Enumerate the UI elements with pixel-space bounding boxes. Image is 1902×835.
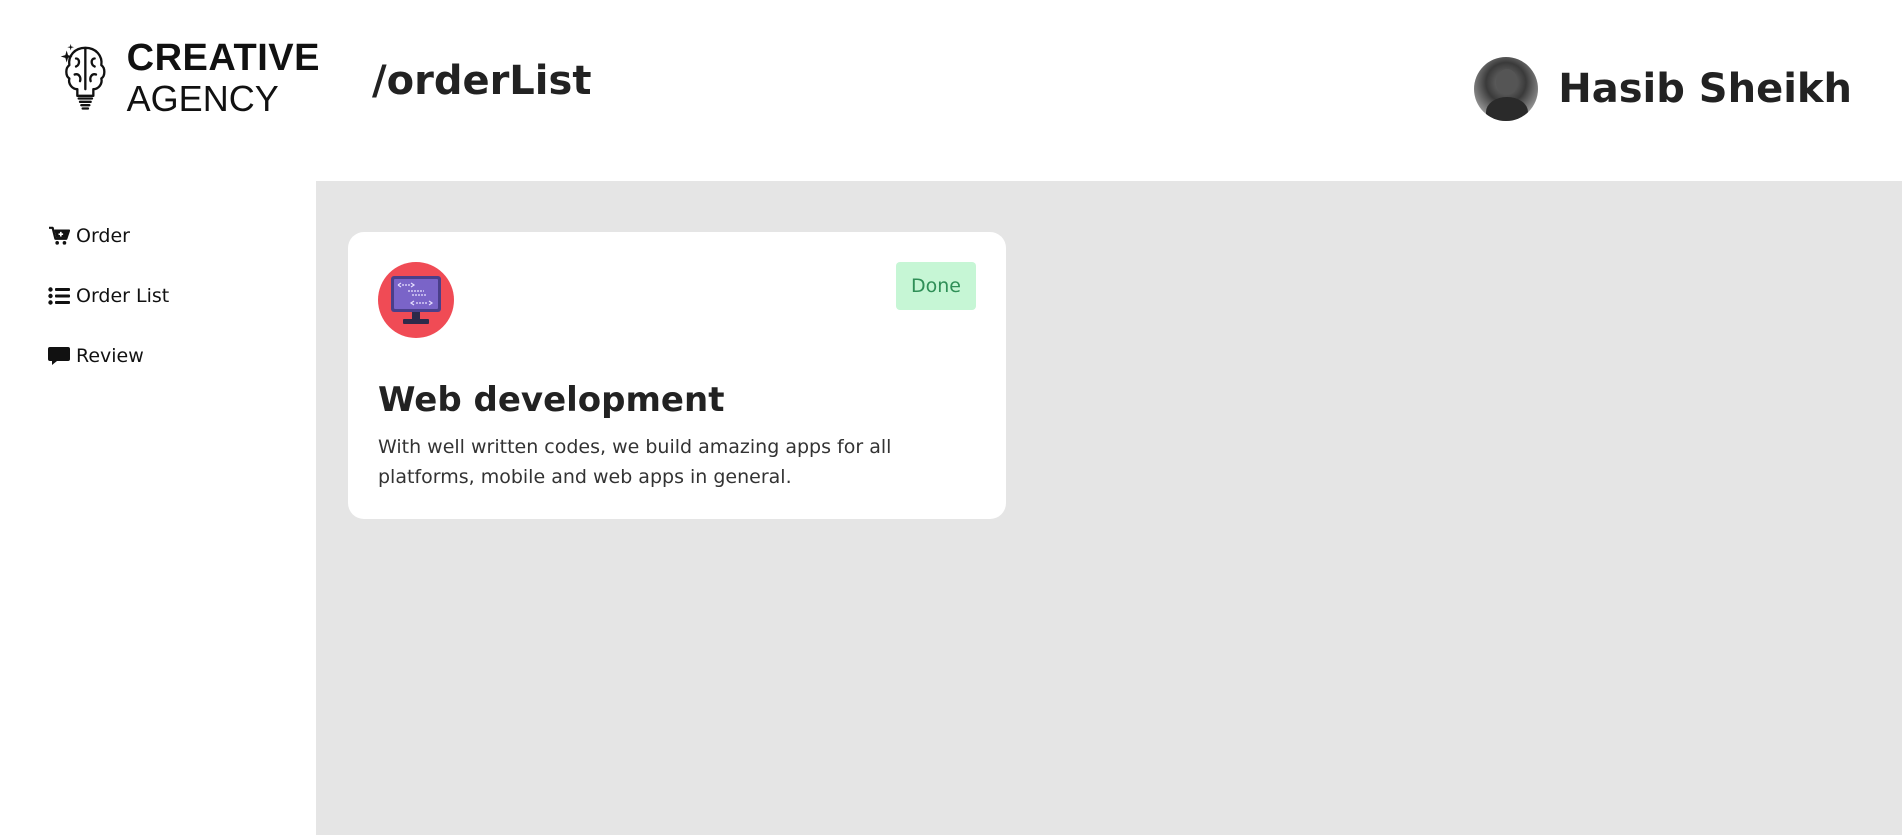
sidebar-item-label: Order List xyxy=(76,285,170,307)
avatar[interactable] xyxy=(1474,57,1539,121)
sidebar-item-order[interactable]: Order xyxy=(48,225,130,247)
order-card: Done Web development With well written c… xyxy=(348,232,1006,519)
list-icon xyxy=(48,287,70,305)
order-description: With well written codes, we build amazin… xyxy=(378,436,892,488)
web-development-monitor-icon xyxy=(378,262,454,338)
sidebar-item-label: Review xyxy=(76,345,144,367)
brand-logo[interactable]: CREATIVE AGENCY xyxy=(60,25,320,130)
order-title: Web development xyxy=(378,380,725,420)
main-content: Done Web development With well written c… xyxy=(316,181,1902,835)
brand-name-line1: CREATIVE xyxy=(126,36,320,79)
header: CREATIVE AGENCY /orderList Hasib Sheikh xyxy=(0,0,1902,181)
user-name: Hasib Sheikh xyxy=(1558,66,1852,112)
status-badge: Done xyxy=(896,262,976,310)
sidebar-item-label: Order xyxy=(76,225,130,247)
sidebar-item-review[interactable]: Review xyxy=(48,345,144,367)
brand-name-line2: AGENCY xyxy=(126,77,279,119)
brain-bulb-icon xyxy=(60,43,106,110)
sidebar: Order Order List Review xyxy=(0,181,316,835)
user-profile[interactable]: Hasib Sheikh xyxy=(1474,57,1852,121)
comment-icon xyxy=(48,347,70,365)
page-title: /orderList xyxy=(372,58,592,104)
sidebar-item-order-list[interactable]: Order List xyxy=(48,285,169,307)
cart-plus-icon xyxy=(49,226,70,245)
